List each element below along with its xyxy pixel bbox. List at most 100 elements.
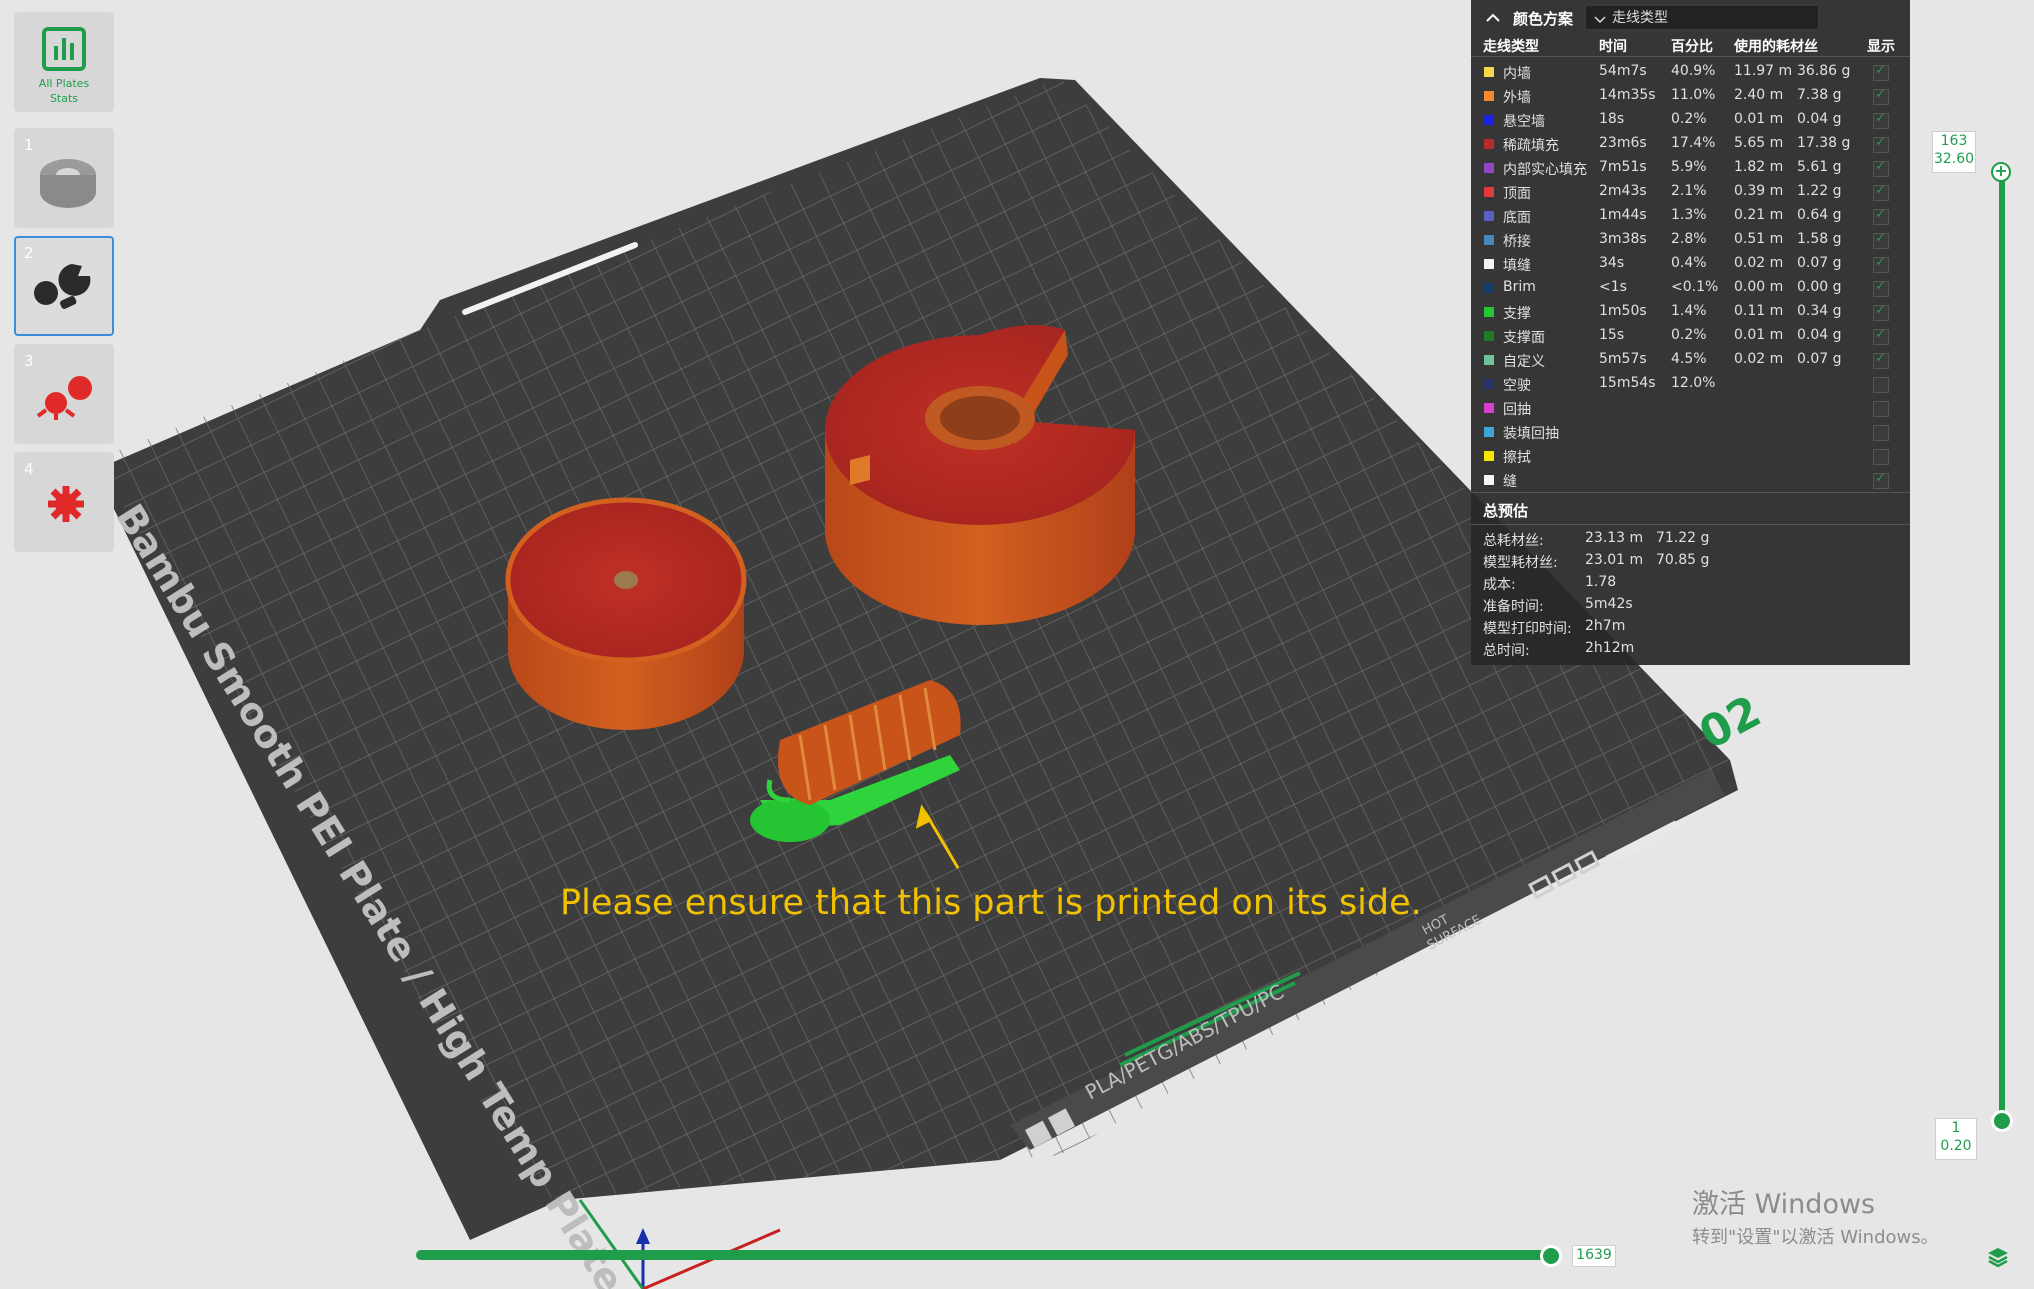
feature-color-swatch (1484, 427, 1494, 437)
feature-time: 7m51s (1599, 159, 1647, 175)
feature-time: 3m38s (1599, 231, 1647, 247)
feature-visibility-checkbox[interactable] (1873, 351, 1889, 369)
feature-weight: 1.22 g (1797, 183, 1842, 199)
feature-visibility-checkbox[interactable] (1873, 255, 1889, 273)
windows-activation-watermark: 激活 Windows 转到"设置"以激活 Windows。 (1692, 1182, 1939, 1249)
col-header-show: 显示 (1867, 39, 1895, 55)
summary-divider-top (1471, 492, 1910, 493)
summary-label: 模型打印时间: (1483, 621, 1572, 637)
feature-visibility-checkbox[interactable] (1873, 183, 1889, 201)
plate-thumb-3[interactable]: 3 (14, 344, 114, 444)
layer-slider-top-handle[interactable]: + (1991, 162, 2011, 182)
feature-percent: 11.0% (1671, 87, 1716, 103)
feature-time: 5m57s (1599, 351, 1647, 367)
feature-weight: 0.34 g (1797, 303, 1842, 319)
feature-name: 内部实心填充 (1503, 162, 1587, 178)
feature-percent: 0.2% (1671, 327, 1707, 343)
feature-percent: 4.5% (1671, 351, 1707, 367)
feature-color-swatch (1484, 403, 1494, 413)
feature-length: 0.11 m (1734, 303, 1784, 319)
stats-chart-icon (42, 27, 86, 71)
feature-visibility-checkbox[interactable] (1873, 63, 1889, 81)
plate-thumb-1[interactable]: 1 (14, 128, 114, 228)
model-cylinder[interactable] (505, 497, 747, 730)
feature-visibility-checkbox[interactable] (1873, 401, 1889, 417)
feature-time: 34s (1599, 255, 1625, 271)
feature-visibility-checkbox[interactable] (1873, 207, 1889, 225)
feature-visibility-checkbox[interactable] (1873, 327, 1889, 345)
feature-visibility-checkbox[interactable] (1873, 471, 1889, 489)
feature-length: 1.82 m (1734, 159, 1784, 175)
layers-icon[interactable] (1986, 1245, 2010, 1269)
feature-length: 0.02 m (1734, 255, 1784, 271)
feature-row: 支撑面 15s 0.2% 0.01 m 0.04 g (1471, 324, 1910, 348)
all-plates-stats-button[interactable]: All Plates Stats (14, 12, 114, 112)
feature-time: 15m54s (1599, 375, 1656, 391)
top-layer-height: 32.60 (1933, 151, 1975, 167)
layer-range-slider[interactable]: + (1990, 162, 2014, 1132)
feature-name: 悬空墙 (1503, 114, 1545, 130)
feature-row: Brim <1s <0.1% 0.00 m 0.00 g (1471, 276, 1910, 300)
feature-color-swatch (1484, 259, 1494, 269)
watermark-line2: 转到"设置"以激活 Windows。 (1692, 1227, 1939, 1248)
feature-weight: 17.38 g (1797, 135, 1851, 151)
feature-visibility-checkbox[interactable] (1873, 377, 1889, 393)
feature-percent: <0.1% (1671, 279, 1719, 295)
feature-length: 0.00 m (1734, 279, 1784, 295)
feature-length: 0.02 m (1734, 351, 1784, 367)
feature-color-swatch (1484, 139, 1494, 149)
feature-visibility-checkbox[interactable] (1873, 231, 1889, 249)
top-layer-tag: 163 32.60 (1932, 131, 1976, 173)
feature-row: 填缝 34s 0.4% 0.02 m 0.07 g (1471, 252, 1910, 276)
plate-thumb-2[interactable]: 2 (14, 236, 114, 336)
feature-visibility-checkbox[interactable] (1873, 279, 1889, 297)
feature-row: 顶面 2m43s 2.1% 0.39 m 1.22 g (1471, 180, 1910, 204)
feature-percent: 40.9% (1671, 63, 1716, 79)
feature-visibility-checkbox[interactable] (1873, 159, 1889, 177)
feature-visibility-checkbox[interactable] (1873, 449, 1889, 465)
feature-row: 内部实心填充 7m51s 5.9% 1.82 m 5.61 g (1471, 156, 1910, 180)
summary-v1: 23.13 m (1585, 530, 1644, 546)
feature-length: 0.21 m (1734, 207, 1784, 223)
feature-weight: 5.61 g (1797, 159, 1842, 175)
header-divider (1471, 56, 1910, 57)
summary-divider (1471, 524, 1910, 525)
gcode-move-slider[interactable] (416, 1245, 1562, 1267)
plate-1-preview (40, 159, 96, 208)
feature-visibility-checkbox[interactable] (1873, 425, 1889, 441)
feature-visibility-checkbox[interactable] (1873, 111, 1889, 129)
col-header-time: 时间 (1599, 39, 1627, 55)
summary-v1: 1.78 (1585, 574, 1617, 590)
collapse-chevron-icon[interactable] (1485, 12, 1501, 24)
summary-v2: 71.22 g (1656, 530, 1710, 546)
feature-name: 回抽 (1503, 402, 1531, 418)
summary-row: 准备时间: 5m42s (1471, 594, 1910, 616)
plate-thumb-4[interactable]: 4 (14, 452, 114, 552)
feature-time: 54m7s (1599, 63, 1647, 79)
feature-percent: 2.8% (1671, 231, 1707, 247)
feature-percent: 0.4% (1671, 255, 1707, 271)
feature-name: 内墙 (1503, 66, 1531, 82)
feature-visibility-checkbox[interactable] (1873, 87, 1889, 105)
col-header-filament: 使用的耗材丝 (1734, 39, 1818, 55)
summary-v1: 5m42s (1585, 596, 1633, 612)
feature-row: 外墙 14m35s 11.0% 2.40 m 7.38 g (1471, 84, 1910, 108)
feature-time: 15s (1599, 327, 1625, 343)
feature-color-swatch (1484, 283, 1494, 293)
feature-length: 2.40 m (1734, 87, 1784, 103)
feature-visibility-checkbox[interactable] (1873, 303, 1889, 321)
feature-weight: 0.64 g (1797, 207, 1842, 223)
layer-slider-bottom-handle[interactable] (1991, 1110, 2013, 1132)
move-slider-handle[interactable] (1540, 1245, 1562, 1267)
feature-length: 0.01 m (1734, 111, 1784, 127)
panel-header: 颜色方案 走线类型 (1471, 0, 1910, 36)
summary-row: 模型耗材丝: 23.01 m 70.85 g (1471, 550, 1910, 572)
color-scheme-select[interactable]: 走线类型 (1585, 5, 1819, 30)
move-slider-track (416, 1250, 1550, 1260)
feature-length: 11.97 m (1734, 63, 1793, 79)
summary-v1: 2h7m (1585, 618, 1626, 634)
feature-visibility-checkbox[interactable] (1873, 135, 1889, 153)
color-scheme-value: 走线类型 (1612, 10, 1668, 26)
orientation-notice: Please ensure that this part is printed … (560, 883, 1422, 923)
summary-row: 总时间: 2h12m (1471, 638, 1910, 660)
